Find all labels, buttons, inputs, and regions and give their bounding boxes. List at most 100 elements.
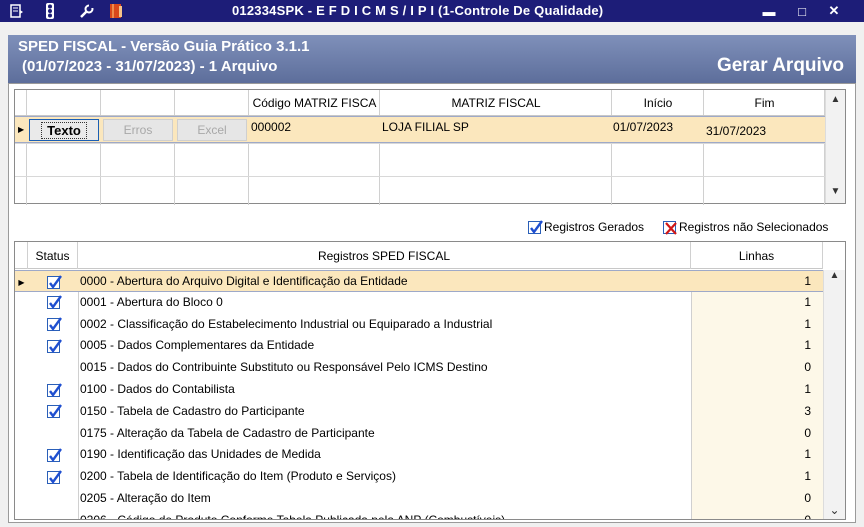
header-linhas[interactable]: Linhas [691,242,823,269]
cell-fim: 31/07/2023 [706,124,767,138]
wrench-icon[interactable] [78,3,94,19]
record-lines: 0 [804,512,811,520]
record-lines: 1 [804,294,811,309]
maximize-button[interactable]: □ [791,2,813,20]
record-description: 0200 - Tabela de Identificação do Item (… [80,469,396,484]
scroll-up-icon[interactable]: ▲ [824,270,845,281]
excel-button[interactable]: Excel [177,119,247,141]
record-description: 0002 - Classificação do Estabelecimento … [80,316,493,331]
cell-matriz: LOJA FILIAL SP [382,120,469,134]
close-button[interactable]: ✕ [823,2,845,20]
checked-icon [46,448,62,462]
table-row[interactable]: 0206 - Código de Produto Conforme Tabela… [15,510,823,520]
record-lines: 1 [804,447,811,462]
menu-icon[interactable] [9,3,25,19]
legend-not-selected: Registros não Selecionados [663,220,828,235]
row-pointer-icon: ▶ [18,125,25,134]
record-description: 0206 - Código de Produto Conforme Tabela… [80,512,506,520]
records-scrollbar[interactable]: ▲ ⌄ [823,270,845,519]
header-banner: SPED FISCAL - Versão Guia Prático 3.1.1 … [8,35,856,83]
records-grid: Status Registros SPED FISCAL Linhas ▶ 000… [14,241,846,520]
record-description: 0001 - Abertura do Bloco 0 [80,294,223,309]
status-checkbox[interactable] [28,466,78,488]
table-row[interactable]: 0015 - Dados do Contribuinte Substituto … [15,357,823,379]
status-checkbox[interactable] [28,379,78,401]
legend-generated: Registros Gerados [528,219,644,234]
record-description: 0005 - Dados Complementares da Entidade [80,338,315,353]
row-indicator [15,401,28,423]
status-checkbox[interactable] [28,423,78,445]
record-lines: 1 [804,274,811,288]
record-lines: 0 [804,491,811,505]
scroll-down-icon[interactable]: ▼ [826,186,845,197]
window-title: 012334SPK - E F D I C M S / I P I (1-Con… [232,3,604,18]
header-codigo[interactable]: Código MATRIZ FISCA [249,90,380,115]
status-checkbox[interactable] [28,510,78,519]
status-checkbox[interactable] [28,488,78,510]
header-fim[interactable]: Fim [704,90,825,115]
record-description: 0000 - Abertura do Arquivo Digital e Ide… [80,274,408,288]
period-label: (01/07/2023 - 31/07/2023) - 1 Arquivo [22,58,278,75]
table-row[interactable]: ▶ 0000 - Abertura do Arquivo Digital e Id… [15,270,823,292]
unselected-icon [663,220,677,235]
record-lines: 3 [804,403,811,418]
table-row[interactable]: 0001 - Abertura do Bloco 0 1 [15,292,823,314]
table-row[interactable]: 0002 - Classificação do Estabelecimento … [15,314,823,336]
status-checkbox[interactable] [28,335,78,357]
record-description: 0150 - Tabela de Cadastro do Participant… [80,403,305,418]
record-description: 0175 - Alteração da Tabela de Cadastro d… [80,425,375,440]
generate-file-title: Gerar Arquivo [716,55,844,76]
scroll-down-icon[interactable]: ⌄ [824,503,845,517]
records-header: Status Registros SPED FISCAL Linhas [15,242,823,269]
status-checkbox[interactable] [28,357,78,379]
row-pointer-icon: ▶ [18,277,25,287]
table-row[interactable]: 0005 - Dados Complementares da Entidade 1 [15,335,823,357]
status-checkbox[interactable] [28,444,78,466]
row-indicator [15,510,28,519]
cell-inicio: 01/07/2023 [613,120,674,134]
table-row[interactable]: 0175 - Alteração da Tabela de Cadastro d… [15,423,823,445]
files-scrollbar[interactable]: ▲ ▼ [825,90,845,203]
book-icon[interactable] [108,3,124,19]
record-description: 0015 - Dados do Contribuinte Substituto … [80,360,488,375]
table-row[interactable]: 0150 - Tabela de Cadastro do Participant… [15,401,823,423]
checked-icon [46,295,62,310]
traffic-light-icon[interactable] [42,3,58,19]
status-checkbox[interactable] [28,292,78,314]
table-row[interactable]: 0205 - Alteração do Item 0 [15,488,823,510]
cell-codigo: 000002 [251,120,292,134]
checked-icon [46,404,62,419]
record-lines: 0 [804,425,811,440]
records-body: ▶ 0000 - Abertura do Arquivo Digital e Id… [15,270,823,520]
record-lines: 1 [804,316,811,331]
row-indicator-column [15,90,27,205]
status-checkbox[interactable] [28,271,78,293]
texto-button-label: Texto [41,121,87,139]
minimize-button[interactable]: ▬ [758,2,780,20]
column-erros [101,90,175,205]
checked-icon [46,382,62,397]
erros-button[interactable]: Erros [103,119,173,141]
row-indicator [15,444,28,466]
header-inicio[interactable]: Início [612,90,704,115]
table-row[interactable]: 0100 - Dados do Contabilista 1 [15,379,823,401]
scroll-up-icon[interactable]: ▲ [826,94,845,105]
table-row[interactable]: 0190 - Identificação das Unidades de Med… [15,444,823,466]
checked-icon [46,274,62,289]
table-row[interactable]: 0200 - Tabela de Identificação do Item (… [15,466,823,488]
row-indicator [15,423,28,445]
checked-icon [528,219,543,234]
header-registros[interactable]: Registros SPED FISCAL [78,242,691,269]
record-description: 0190 - Identificação das Unidades de Med… [80,447,321,462]
texto-button[interactable]: Texto [29,119,99,141]
row-indicator [15,466,28,488]
checked-icon [46,339,62,353]
header-status[interactable]: Status [28,242,78,269]
status-checkbox[interactable] [28,314,78,336]
row-indicator [15,314,28,336]
version-label: SPED FISCAL - Versão Guia Prático 3.1.1 [18,38,310,55]
header-matriz[interactable]: MATRIZ FISCAL [380,90,612,115]
checked-icon [46,317,62,332]
status-checkbox[interactable] [28,401,78,423]
files-grid: Código MATRIZ FISCA MATRIZ FISCAL Início… [14,89,846,205]
